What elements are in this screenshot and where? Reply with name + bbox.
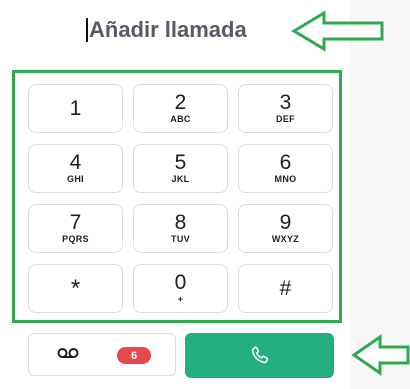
key-digit: 7 [69,211,82,234]
voicemail-button[interactable]: 6 [28,333,176,376]
key-letters: PQRS [62,234,89,244]
dialpad-key-8[interactable]: 8 TUV [133,204,228,253]
dialpad-key-6[interactable]: 6 MNO [238,144,333,193]
key-digit: 2 [174,91,187,114]
key-letters: MNO [274,174,297,184]
key-digit: 1 [69,96,82,120]
key-digit: 4 [69,151,82,174]
annotation-arrow-left-icon [351,334,410,376]
key-letters: TUV [171,234,190,244]
phone-icon [251,345,268,363]
key-letters: + [177,294,184,304]
dialpad-key-1[interactable]: 1 [28,84,123,133]
key-digit: 8 [174,211,187,234]
call-button[interactable] [185,333,334,378]
key-letters: GHI [67,174,84,184]
key-digit: 9 [279,211,292,234]
dialpad-key-star[interactable]: * [28,264,123,313]
dialpad-key-5[interactable]: 5 JKL [133,144,228,193]
dialpad-key-9[interactable]: 9 WXYZ [238,204,333,253]
voicemail-icon [57,348,79,358]
text-cursor [86,18,88,42]
dialpad-key-3[interactable]: 3 DEF [238,84,333,133]
dialpad-key-0[interactable]: 0 + [133,264,228,313]
key-digit: 5 [174,151,187,174]
key-digit: 6 [279,151,292,174]
key-letters: DEF [276,114,295,124]
key-digit: # [279,276,292,300]
key-digit: 0 [174,271,187,294]
annotation-arrow-left-icon [291,10,384,52]
key-digit: * [70,274,81,302]
dialpad-key-2[interactable]: 2 ABC [133,84,228,133]
dialpad-key-4[interactable]: 4 GHI [28,144,123,193]
dialpad-key-hash[interactable]: # [238,264,333,313]
dialpad-key-7[interactable]: 7 PQRS [28,204,123,253]
side-panel-edge [350,0,410,389]
key-digit: 3 [279,91,292,114]
key-letters: ABC [170,114,191,124]
key-letters: JKL [171,174,190,184]
page-title-text: Añadir llamada [89,17,247,42]
page-title: Añadir llamada [86,16,286,44]
key-letters: WXYZ [271,234,300,244]
voicemail-count-badge: 6 [117,347,151,364]
